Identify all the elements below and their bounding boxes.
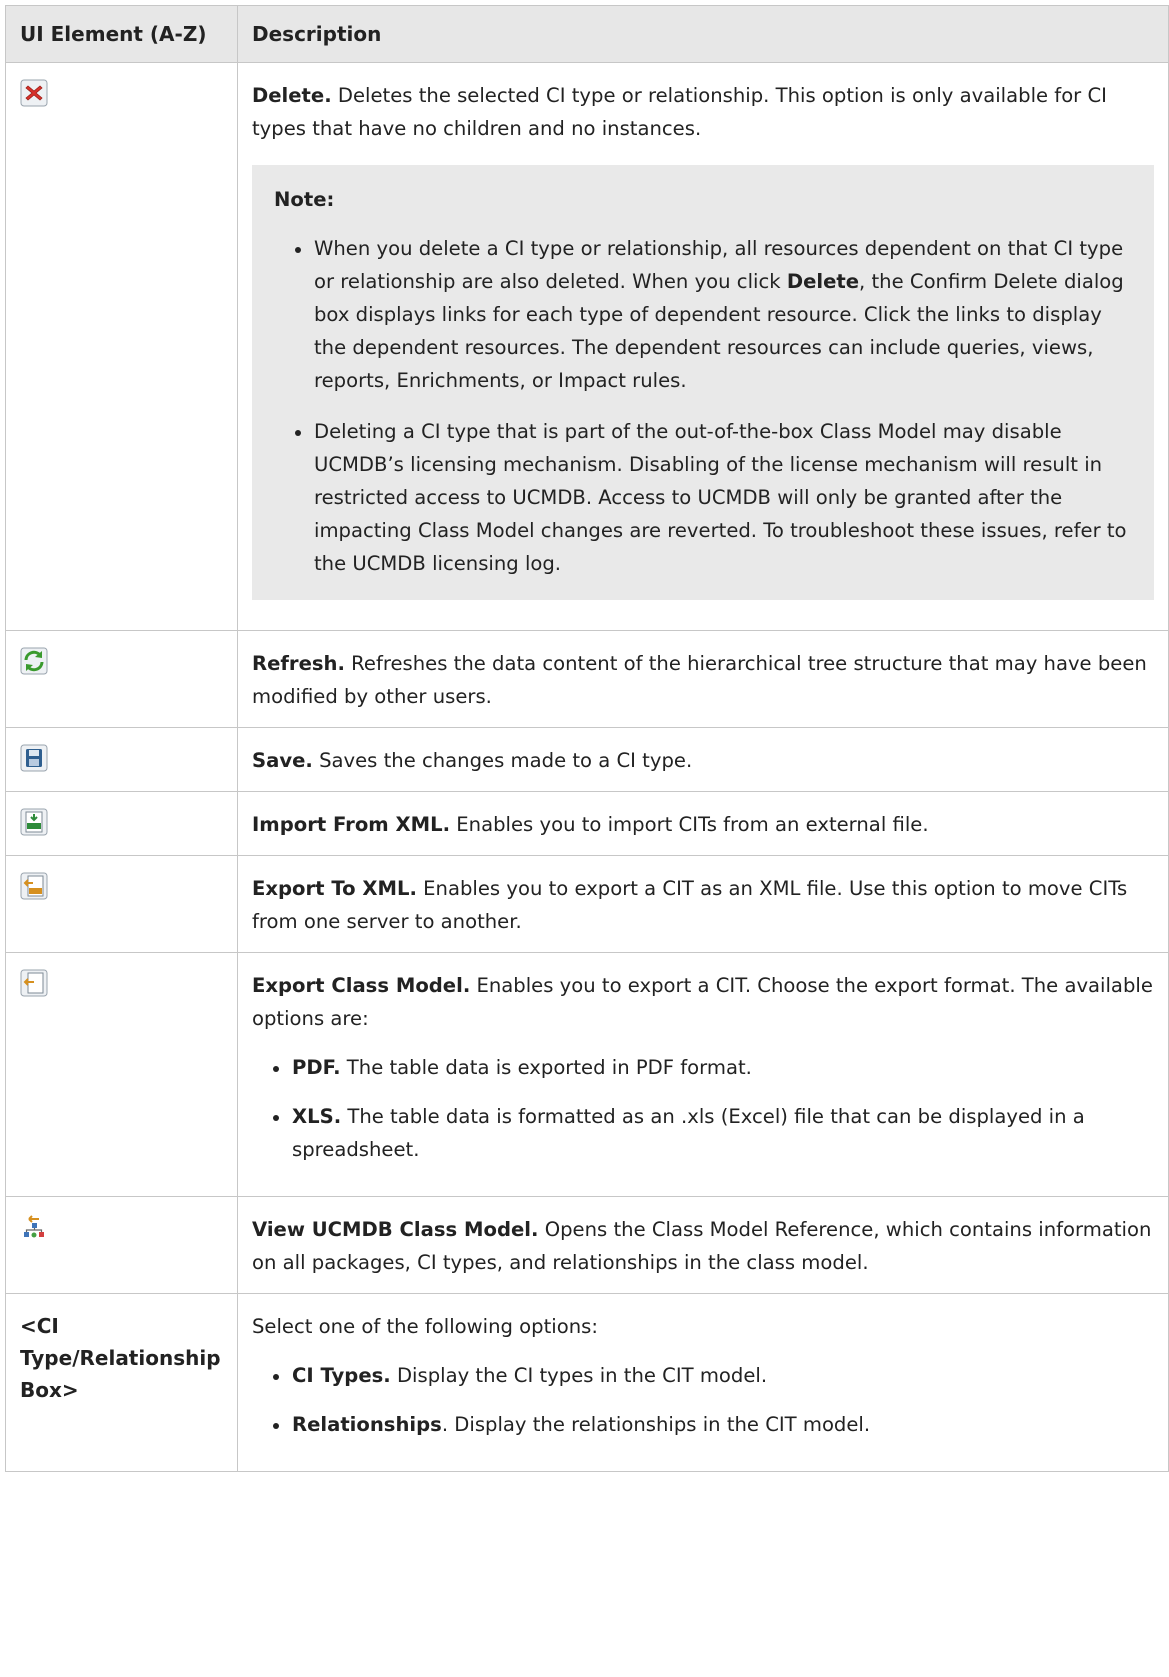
note-title: Note:: [274, 188, 335, 211]
table-row: View UCMDB Class Model. Opens the Class …: [5, 1196, 1169, 1294]
ui-elements-table: UI Element (A-Z) Description Delete. Del…: [5, 5, 1169, 1472]
list-item: PDF. The table data is exported in PDF f…: [273, 1051, 1154, 1084]
item-description: Deletes the selected CI type or relation…: [252, 84, 1107, 140]
options-list: PDF. The table data is exported in PDF f…: [252, 1051, 1154, 1166]
list-item: XLS. The table data is formatted as an .…: [273, 1100, 1154, 1166]
option-text: The table data is formatted as an .xls (…: [292, 1105, 1085, 1161]
item-description: Refreshes the data content of the hierar…: [252, 652, 1147, 708]
ui-element-cell: [5, 630, 238, 728]
list-item: CI Types. Display the CI types in the CI…: [273, 1359, 1154, 1392]
table-header-row: UI Element (A-Z) Description: [5, 5, 1169, 63]
item-title: Save.: [252, 749, 313, 772]
table-row: Save. Saves the changes made to a CI typ…: [5, 727, 1169, 792]
option-text: The table data is exported in PDF format…: [340, 1056, 752, 1079]
option-text: . Display the relationships in the CIT m…: [441, 1413, 871, 1436]
ui-element-cell: [5, 62, 238, 631]
list-item: Deleting a CI type that is part of the o…: [295, 415, 1132, 580]
note-list: When you delete a CI type or relationshi…: [274, 232, 1132, 580]
table-row: Export To XML. Enables you to export a C…: [5, 855, 1169, 953]
item-title: Export Class Model.: [252, 974, 471, 997]
column-header-ui-element: UI Element (A-Z): [5, 5, 238, 63]
ui-element-cell: [5, 791, 238, 856]
item-title: Refresh.: [252, 652, 345, 675]
ui-element-name: <CI Type/Relationship Box>: [20, 1314, 221, 1402]
item-title: Delete.: [252, 84, 332, 107]
ui-element-cell: [5, 952, 238, 1197]
item-description: Saves the changes made to a CI type.: [312, 749, 693, 772]
ui-element-cell: [5, 727, 238, 792]
option-label: XLS.: [292, 1105, 342, 1128]
export-class-model-icon: [20, 969, 48, 997]
delete-icon: [20, 79, 48, 107]
export-xml-icon: [20, 872, 48, 900]
ui-element-cell: [5, 855, 238, 953]
view-class-model-icon: [20, 1213, 48, 1241]
refresh-icon: [20, 647, 48, 675]
column-header-description: Description: [237, 5, 1169, 63]
option-text: Display the CI types in the CIT model.: [390, 1364, 768, 1387]
option-label: Relationships: [292, 1413, 442, 1436]
option-label: CI Types.: [292, 1364, 391, 1387]
import-xml-icon: [20, 808, 48, 836]
description-cell: Refresh. Refreshes the data content of t…: [237, 630, 1169, 728]
list-item: Relationships. Display the relationships…: [273, 1408, 1154, 1441]
option-label: PDF.: [292, 1056, 341, 1079]
item-description: Enables you to import CITs from an exter…: [450, 813, 929, 836]
note-bold-text: Delete: [786, 270, 860, 293]
description-cell: Delete. Deletes the selected CI type or …: [237, 62, 1169, 631]
description-cell: Select one of the following options: CI …: [237, 1293, 1169, 1472]
description-cell: Import From XML. Enables you to import C…: [237, 791, 1169, 856]
table-row: <CI Type/Relationship Box> Select one of…: [5, 1293, 1169, 1472]
item-title: Export To XML.: [252, 877, 417, 900]
ui-element-cell: [5, 1196, 238, 1294]
list-item: When you delete a CI type or relationshi…: [295, 232, 1132, 397]
table-row: Refresh. Refreshes the data content of t…: [5, 630, 1169, 728]
note-text: Deleting a CI type that is part of the o…: [314, 420, 1127, 575]
item-description: Select one of the following options:: [252, 1315, 598, 1338]
options-list: CI Types. Display the CI types in the CI…: [252, 1359, 1154, 1441]
table-row: Export Class Model. Enables you to expor…: [5, 952, 1169, 1197]
description-cell: View UCMDB Class Model. Opens the Class …: [237, 1196, 1169, 1294]
save-icon: [20, 744, 48, 772]
description-cell: Save. Saves the changes made to a CI typ…: [237, 727, 1169, 792]
item-title: Import From XML.: [252, 813, 451, 836]
ui-element-cell: <CI Type/Relationship Box>: [5, 1293, 238, 1472]
note-box: Note: When you delete a CI type or relat…: [252, 165, 1154, 600]
description-cell: Export Class Model. Enables you to expor…: [237, 952, 1169, 1197]
description-cell: Export To XML. Enables you to export a C…: [237, 855, 1169, 953]
item-title: View UCMDB Class Model.: [252, 1218, 539, 1241]
table-row: Import From XML. Enables you to import C…: [5, 791, 1169, 856]
table-row: Delete. Deletes the selected CI type or …: [5, 62, 1169, 631]
